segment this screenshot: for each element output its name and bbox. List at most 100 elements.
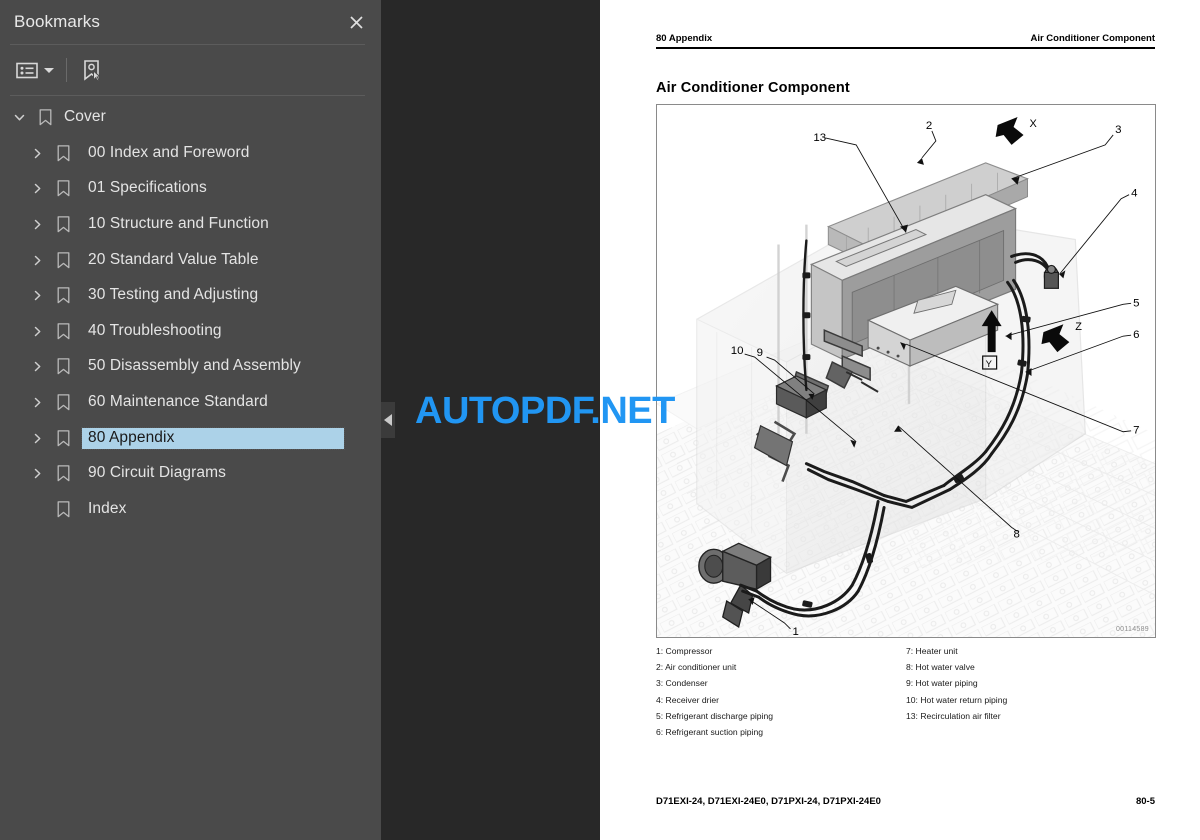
bookmark-label: 50 Disassembly and Assembly	[88, 357, 301, 375]
svg-text:6: 6	[1133, 329, 1139, 341]
bookmarks-panel-header: Bookmarks	[0, 0, 381, 44]
chevron-right-icon[interactable]	[24, 207, 50, 243]
bookmark-item-10-structure-and-function[interactable]: 10 Structure and Function	[0, 207, 381, 243]
bookmark-label: 00 Index and Foreword	[88, 143, 250, 161]
header-right-text: Air Conditioner Component	[1030, 33, 1155, 44]
svg-text:Y: Y	[986, 359, 993, 370]
svg-text:10: 10	[731, 345, 744, 357]
pdf-page: 80 Appendix Air Conditioner Component Ai…	[600, 0, 1200, 840]
legend-item: 8: Hot water valve	[906, 662, 975, 673]
svg-text:5: 5	[1133, 297, 1139, 309]
bookmark-icon	[50, 349, 76, 385]
legend-item: 3: Condenser	[656, 678, 708, 689]
bookmark-tree: Cover 00 Index and Foreword 01 Specificati…	[0, 100, 381, 527]
bookmark-label: 01 Specifications	[88, 179, 207, 197]
svg-text:9: 9	[757, 347, 763, 359]
svg-text:X: X	[1030, 118, 1038, 130]
legend-column-right: 7: Heater unit 8: Hot water valve 9: Hot w…	[906, 643, 1156, 740]
bookmark-icon	[50, 242, 76, 278]
chevron-right-icon[interactable]	[24, 420, 50, 456]
bookmark-label: 40 Troubleshooting	[88, 321, 222, 339]
chevron-down-icon[interactable]	[6, 100, 32, 136]
chevron-right-icon[interactable]	[24, 385, 50, 421]
bookmark-label: Index	[88, 499, 127, 517]
bookmark-item-30-testing-and-adjusting[interactable]: 30 Testing and Adjusting	[0, 278, 381, 314]
bookmark-item-40-troubleshooting[interactable]: 40 Troubleshooting	[0, 314, 381, 350]
svg-text:7: 7	[1133, 425, 1139, 437]
legend-item: 7: Heater unit	[906, 646, 958, 656]
legend-column-left: 1: Compressor 2: Air conditioner unit 3: C…	[656, 643, 906, 740]
header-rule	[656, 47, 1155, 49]
bookmark-icon	[32, 100, 58, 136]
bookmark-icon	[50, 278, 76, 314]
close-icon[interactable]	[339, 6, 373, 38]
bookmark-item-01-specifications[interactable]: 01 Specifications	[0, 171, 381, 207]
chevron-right-icon[interactable]	[24, 136, 50, 172]
air-conditioner-component-diagram: 13 2 3 4 5 6 7 8 9 10 1 X Y Z	[657, 105, 1155, 637]
chevron-right-icon[interactable]	[24, 349, 50, 385]
bookmark-label: 20 Standard Value Table	[88, 250, 259, 268]
bookmark-item-cover[interactable]: Cover	[0, 100, 381, 136]
new-bookmark-icon[interactable]	[77, 53, 107, 87]
divider-toolbar	[10, 95, 365, 96]
bookmarks-panel: Bookmarks Cover 00 Index and Foreword 01…	[0, 0, 381, 840]
bookmark-icon	[50, 385, 76, 421]
svg-text:3: 3	[1115, 124, 1121, 136]
chevron-down-icon	[44, 67, 54, 73]
footer-models: D71EXI-24, D71EXI-24E0, D71PXI-24, D71PX…	[656, 796, 881, 807]
legend-item: 5: Refrigerant discharge piping	[656, 710, 774, 721]
svg-text:2: 2	[926, 120, 932, 132]
bookmark-label: 10 Structure and Function	[88, 215, 269, 233]
chevron-right-icon[interactable]	[24, 314, 50, 350]
figure-box: 13 2 3 4 5 6 7 8 9 10 1 X Y Z 00114589	[656, 104, 1156, 638]
bookmark-label: 80 Appendix	[80, 426, 346, 450]
bookmark-icon	[50, 136, 76, 172]
page-title: Air Conditioner Component	[656, 80, 850, 96]
bookmarks-toolbar	[0, 45, 381, 95]
svg-text:1: 1	[792, 626, 798, 637]
triangle-left-icon	[384, 414, 392, 426]
bookmark-item-90-circuit-diagrams[interactable]: 90 Circuit Diagrams	[0, 456, 381, 492]
figure-id: 00114589	[1115, 626, 1149, 633]
bookmark-label: 30 Testing and Adjusting	[88, 286, 259, 304]
legend-item: 4: Receiver drier	[656, 694, 720, 705]
bookmark-item-00-index-and-foreword[interactable]: 00 Index and Foreword	[0, 136, 381, 172]
bookmark-icon	[50, 456, 76, 492]
footer-page-number: 80-5	[1135, 796, 1155, 807]
svg-text:Z: Z	[1075, 321, 1082, 333]
bookmark-icon	[50, 492, 76, 528]
bookmark-icon	[50, 171, 76, 207]
chevron-right-icon[interactable]	[24, 242, 50, 278]
list-options-icon[interactable]	[12, 53, 58, 87]
panel-collapse-handle[interactable]	[381, 402, 395, 438]
chevron-right-icon[interactable]	[24, 278, 50, 314]
legend-item: 9: Hot water piping	[906, 678, 978, 689]
legend-item: 10: Hot water return piping	[906, 694, 1008, 705]
header-left-text: 80 Appendix	[656, 33, 713, 44]
legend-item: 2: Air conditioner unit	[656, 662, 737, 673]
page-footer: D71EXI-24, D71EXI-24E0, D71PXI-24, D71PX…	[656, 796, 1155, 807]
bookmark-item-index[interactable]: Index	[0, 492, 381, 528]
chevron-right-icon[interactable]	[24, 171, 50, 207]
legend-item: 6: Refrigerant suction piping	[656, 727, 764, 738]
pdf-viewer-window: Bookmarks Cover 00 Index and Foreword 01…	[0, 0, 1200, 840]
bookmark-icon	[50, 314, 76, 350]
bookmark-item-60-maintenance-standard[interactable]: 60 Maintenance Standard	[0, 385, 381, 421]
bookmark-item-80-appendix[interactable]: 80 Appendix	[0, 420, 381, 456]
svg-text:13: 13	[813, 132, 826, 144]
page-running-header: 80 Appendix Air Conditioner Component	[656, 33, 1155, 44]
bookmark-item-50-disassembly-and-assembly[interactable]: 50 Disassembly and Assembly	[0, 349, 381, 385]
toolbar-separator	[66, 58, 67, 82]
bookmark-icon	[50, 420, 76, 456]
svg-text:4: 4	[1131, 188, 1138, 200]
viewer-background	[381, 0, 600, 840]
bookmark-label: 90 Circuit Diagrams	[88, 464, 226, 482]
svg-text:8: 8	[1014, 528, 1020, 540]
bookmark-item-20-standard-value-table[interactable]: 20 Standard Value Table	[0, 242, 381, 278]
figure-legend: 1: Compressor 2: Air conditioner unit 3: C…	[656, 643, 1156, 740]
legend-item: 1: Compressor	[656, 646, 713, 656]
bookmark-label: Cover	[64, 108, 106, 126]
chevron-right-icon[interactable]	[24, 456, 50, 492]
bookmark-label: 60 Maintenance Standard	[88, 393, 268, 411]
panel-title: Bookmarks	[14, 12, 100, 31]
